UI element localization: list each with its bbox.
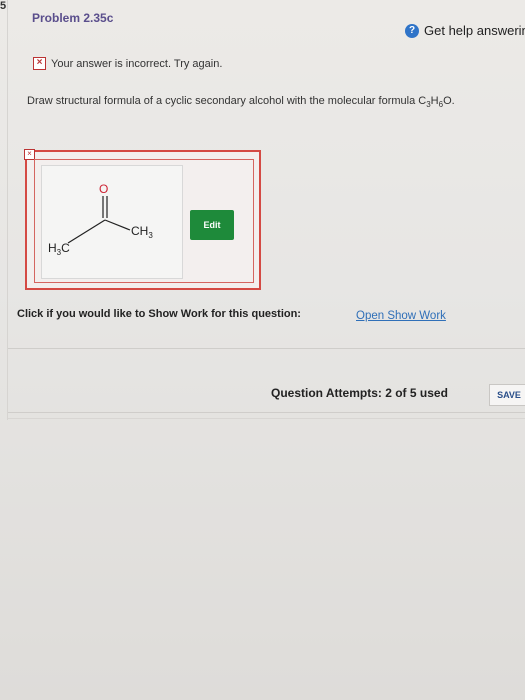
- instruction-text: Draw structural formula of a cyclic seco…: [27, 95, 427, 107]
- open-show-work-link[interactable]: Open Show Work: [356, 310, 446, 322]
- divider-bottom-2: [8, 418, 525, 419]
- save-button[interactable]: SAVE: [489, 384, 525, 406]
- h3c-left-label: H3C: [48, 241, 70, 257]
- question-icon: ?: [405, 23, 419, 38]
- oxygen-label: O: [99, 182, 108, 196]
- divider-top: [8, 348, 525, 349]
- ch3-right-label: CH3: [131, 224, 153, 240]
- get-help-label: Get help answerin: [424, 23, 525, 38]
- question-instruction: Draw structural formula of a cyclic seco…: [27, 95, 455, 109]
- show-work-prompt: Click if you would like to Show Work for…: [17, 308, 301, 320]
- structure-canvas[interactable]: O CH3 H3C: [41, 165, 183, 279]
- problem-title: Problem 2.35c: [32, 11, 114, 25]
- structure-drawing: O CH3 H3C: [48, 182, 153, 257]
- question-attempts: Question Attempts: 2 of 5 used: [271, 386, 448, 400]
- get-help-link[interactable]: ? Get help answerin: [405, 23, 525, 38]
- bond-left: [67, 219, 106, 244]
- left-border: [7, 0, 8, 420]
- feedback-text: Your answer is incorrect. Try again.: [51, 57, 223, 70]
- feedback-message: × Your answer is incorrect. Try again.: [33, 57, 222, 70]
- divider-bottom: [8, 412, 525, 413]
- answer-box: × O CH3 H3C Edit: [24, 149, 261, 290]
- answer-inner: O CH3 H3C Edit: [34, 159, 254, 283]
- bond-right: [104, 219, 131, 231]
- instruction-suffix: O.: [443, 95, 455, 107]
- x-icon: ×: [33, 57, 46, 70]
- edit-button[interactable]: Edit: [190, 210, 234, 240]
- edge-mark: 5: [0, 0, 7, 12]
- instruction-h: H: [430, 95, 439, 107]
